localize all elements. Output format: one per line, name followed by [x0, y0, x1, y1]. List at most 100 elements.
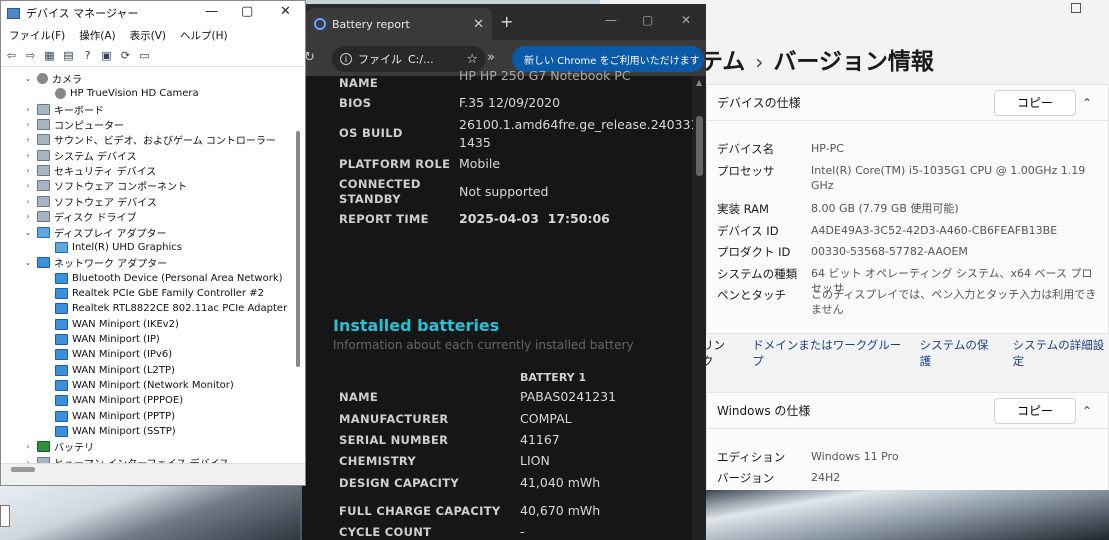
- maximize-icon[interactable]: ▢: [642, 13, 653, 27]
- menu-file[interactable]: ファイル(F): [9, 28, 65, 43]
- forward-arrow-icon[interactable]: ⇨: [24, 49, 37, 62]
- bat-value-manufacturer: COMPAL: [520, 411, 572, 426]
- tree-device[interactable]: WAN Miniport (PPPOE): [41, 393, 183, 408]
- sys-value-os-build: 26100.1.amd64fre.ge_release.240331-1435: [459, 117, 703, 150]
- tree-device[interactable]: WAN Miniport (IPv6): [41, 347, 172, 362]
- breadcrumb-parent[interactable]: テム: [700, 49, 745, 75]
- tree-category[interactable]: › キーボード: [23, 102, 104, 117]
- tree-item-label: ソフトウェア デバイス: [54, 197, 157, 209]
- bookmark-star-icon[interactable]: ☆: [466, 52, 478, 67]
- tree-scrollbar[interactable]: [296, 131, 300, 367]
- tree-category[interactable]: ⌄ ディスプレイ アダプター: [23, 225, 166, 240]
- chevron-right-icon[interactable]: ›: [23, 212, 33, 221]
- chevron-down-icon[interactable]: ⌄: [23, 74, 33, 83]
- chevron-right-icon[interactable]: ›: [23, 442, 33, 451]
- tree-category[interactable]: › セキュリティ デバイス: [23, 163, 156, 178]
- tree-category[interactable]: ›ヒューマン インターフェイス デバイス: [23, 455, 229, 463]
- tree-device[interactable]: Realtek RTL8822CE 802.11ac PCIe Adapter: [41, 301, 287, 316]
- horizontal-scrollbar[interactable]: [11, 467, 35, 472]
- bat-label-manufacturer: MANUFACTURER: [339, 412, 449, 426]
- tree-device[interactable]: WAN Miniport (Network Monitor): [41, 378, 234, 393]
- copy-windows-specs-button[interactable]: コピー: [994, 397, 1076, 424]
- bat-value-design-capacity: 41,040 mWh: [520, 475, 601, 490]
- show-hide-tree-icon[interactable]: ▦: [43, 49, 56, 62]
- camera-icon: [55, 88, 66, 100]
- page-scrollbar[interactable]: ▲: [693, 76, 706, 540]
- info-icon[interactable]: i: [340, 53, 352, 65]
- tree-category[interactable]: › コンピューター: [23, 117, 124, 132]
- sys-value-bios: F.35 12/09/2020: [459, 95, 561, 110]
- tree-item-label: ディスク ドライブ: [54, 213, 137, 225]
- sound-icon: [37, 134, 50, 146]
- tree-category[interactable]: › ソフトウェア コンポーネント: [23, 178, 187, 193]
- scan-hardware-icon[interactable]: ⟳: [119, 49, 132, 62]
- link-system-protection[interactable]: システムの保護: [920, 337, 995, 369]
- minimize-icon[interactable]: —: [205, 4, 218, 19]
- tree-category[interactable]: › ディスク ドライブ: [23, 209, 136, 224]
- tree-device[interactable]: WAN Miniport (IP): [41, 332, 160, 347]
- tree-device[interactable]: Realtek PCIe GbE Family Controller #2: [41, 286, 264, 301]
- tree-category[interactable]: › サウンド、ビデオ、およびゲーム コントローラー: [23, 132, 276, 147]
- link-domain-workgroup[interactable]: ドメインまたはワークグループ: [752, 337, 901, 369]
- tree-item-label: システム デバイス: [54, 151, 137, 163]
- chevron-down-icon[interactable]: ⌄: [23, 258, 33, 267]
- tree-device[interactable]: WAN Miniport (PPTP): [41, 409, 175, 424]
- chevron-up-icon[interactable]: ⌃: [1076, 404, 1098, 418]
- chevron-down-icon[interactable]: ⌄: [23, 228, 33, 237]
- device-specs-title: デバイスの仕様: [717, 96, 801, 110]
- tree-device[interactable]: WAN Miniport (SSTP): [41, 424, 176, 439]
- tree-device[interactable]: Bluetooth Device (Personal Area Network): [41, 271, 283, 286]
- update-driver-icon[interactable]: ▣: [100, 49, 113, 62]
- tree-item-label: コンピューター: [54, 121, 124, 133]
- chevron-right-double-icon[interactable]: »: [487, 50, 495, 65]
- tree-item-label: バッテリ: [54, 443, 94, 455]
- chevron-right-icon[interactable]: ›: [23, 105, 33, 114]
- scroll-up-icon[interactable]: ▲: [696, 78, 702, 87]
- tree-category[interactable]: › システム デバイス: [23, 148, 137, 163]
- copy-device-specs-button[interactable]: コピー: [994, 89, 1076, 116]
- tree-device[interactable]: WAN Miniport (L2TP): [41, 363, 175, 378]
- windows-specs-header[interactable]: Windows の仕様 コピー ⌃: [707, 393, 1108, 429]
- tree-device[interactable]: Intel(R) UHD Graphics: [41, 240, 182, 255]
- menu-action[interactable]: 操作(A): [79, 28, 115, 43]
- chevron-right-icon[interactable]: ›: [23, 166, 33, 175]
- tree-category[interactable]: › ソフトウェア デバイス: [23, 194, 157, 209]
- close-window-icon[interactable]: ✕: [280, 4, 291, 19]
- minimize-icon[interactable]: —: [605, 13, 617, 27]
- tree-category[interactable]: ⌄ カメラ: [23, 71, 82, 86]
- new-tab-icon[interactable]: +: [500, 12, 513, 31]
- close-window-icon[interactable]: ✕: [681, 13, 691, 27]
- chevron-right-icon[interactable]: ›: [23, 181, 33, 190]
- menu-view[interactable]: 表示(V): [130, 28, 166, 43]
- tree-category[interactable]: ⌄ ネットワーク アダプター: [23, 255, 167, 270]
- monitor-icon[interactable]: ▭: [138, 49, 151, 62]
- tree-category[interactable]: › バッテリ: [23, 439, 94, 454]
- window-title: デバイス マネージャー: [26, 7, 139, 20]
- chevron-up-icon[interactable]: ⌃: [1076, 96, 1098, 110]
- maximize-button[interactable]: [1071, 3, 1081, 13]
- help-icon[interactable]: ?: [81, 49, 94, 62]
- close-tab-icon[interactable]: ✕: [473, 17, 484, 32]
- network-icon: [55, 318, 68, 330]
- back-arrow-icon[interactable]: ⇦: [5, 49, 18, 62]
- tree-device[interactable]: HP TrueVision HD Camera: [41, 86, 199, 101]
- tree-item-label: セキュリティ デバイス: [54, 167, 157, 179]
- chevron-right-icon[interactable]: ›: [23, 151, 33, 160]
- link-advanced-settings[interactable]: システムの詳細設定: [1013, 337, 1109, 369]
- properties-icon[interactable]: ▤: [62, 49, 75, 62]
- bat-value-name: PABAS0241231: [520, 389, 617, 404]
- camera-icon: [37, 73, 48, 84]
- chevron-right-icon[interactable]: ›: [23, 197, 33, 206]
- tab-battery-report[interactable]: Battery report ✕: [306, 8, 492, 40]
- menu-help[interactable]: ヘルプ(H): [180, 28, 228, 43]
- chevron-right-icon[interactable]: ›: [23, 135, 33, 144]
- spec-row-version: バージョン 24H2: [717, 471, 841, 485]
- device-specs-header[interactable]: デバイスの仕様 コピー ⌃: [707, 85, 1108, 121]
- spec-row-device-id: デバイス ID A4DE49A3-3C52-42D3-A460-CB6FEAFB1…: [717, 224, 1058, 238]
- desktop-file-icon[interactable]: [0, 505, 10, 527]
- maximize-icon[interactable]: ▢: [241, 4, 253, 19]
- chevron-right-icon[interactable]: ›: [23, 120, 33, 129]
- scrollbar-thumb[interactable]: [696, 116, 703, 176]
- installed-batteries-title: Installed batteries: [333, 316, 500, 335]
- tree-device[interactable]: WAN Miniport (IKEv2): [41, 317, 179, 332]
